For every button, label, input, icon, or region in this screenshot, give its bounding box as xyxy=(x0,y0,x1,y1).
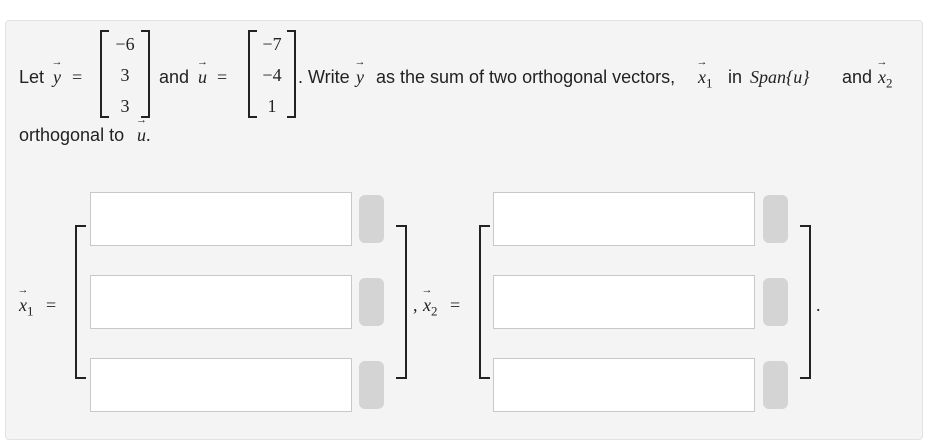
y-vector-symbol: y xyxy=(356,67,364,88)
equals-sign: = xyxy=(217,67,228,87)
x2-component-2-input[interactable] xyxy=(493,275,755,329)
matrix-right-bracket xyxy=(287,30,296,118)
x2-component-1-input[interactable] xyxy=(493,192,755,246)
let-label: Let xyxy=(19,67,45,87)
y-vector-symbol: y xyxy=(53,67,61,88)
instruction-text: as the sum of two orthogonal vectors, xyxy=(376,67,676,87)
x2-answer-label: x2 xyxy=(423,295,438,320)
and-label: and xyxy=(842,67,873,87)
x2-left-bracket xyxy=(479,225,490,379)
x1-component-2-input[interactable] xyxy=(90,275,352,329)
y-vector-matrix: −6 3 3 xyxy=(100,30,150,118)
x1-left-bracket xyxy=(75,225,86,379)
and-label: and xyxy=(159,67,190,87)
equals-sign: = xyxy=(46,295,57,315)
period: . xyxy=(816,295,821,315)
x2-component-2-status-badge xyxy=(763,278,788,326)
x2-component-3-input[interactable] xyxy=(493,358,755,412)
write-label: . Write xyxy=(298,67,350,87)
x2-component-3-status-badge xyxy=(763,361,788,409)
in-label: in xyxy=(728,67,743,87)
equals-sign: = xyxy=(450,295,461,315)
x1-component-1-input[interactable] xyxy=(90,192,352,246)
orthogonal-to-label: orthogonal to xyxy=(19,125,125,145)
x1-component-2-status-badge xyxy=(359,278,384,326)
x1-vector-symbol: x1 xyxy=(698,67,713,92)
u-vector-symbol: u. xyxy=(137,125,151,146)
x2-vector-symbol: x2 xyxy=(878,67,893,92)
u-vector-matrix: −7 −4 1 xyxy=(248,30,296,118)
u-vector-symbol: u xyxy=(198,67,207,88)
comma: , xyxy=(413,295,418,315)
x1-component-1-status-badge xyxy=(359,195,384,243)
equals-sign: = xyxy=(72,67,83,87)
matrix-right-bracket xyxy=(141,30,150,118)
x1-answer-label: x1 xyxy=(19,295,34,320)
span-text: Span{u} xyxy=(750,67,810,87)
x2-component-1-status-badge xyxy=(763,195,788,243)
x1-component-3-status-badge xyxy=(359,361,384,409)
x1-right-bracket xyxy=(396,225,407,379)
x1-component-3-input[interactable] xyxy=(90,358,352,412)
x2-right-bracket xyxy=(800,225,811,379)
